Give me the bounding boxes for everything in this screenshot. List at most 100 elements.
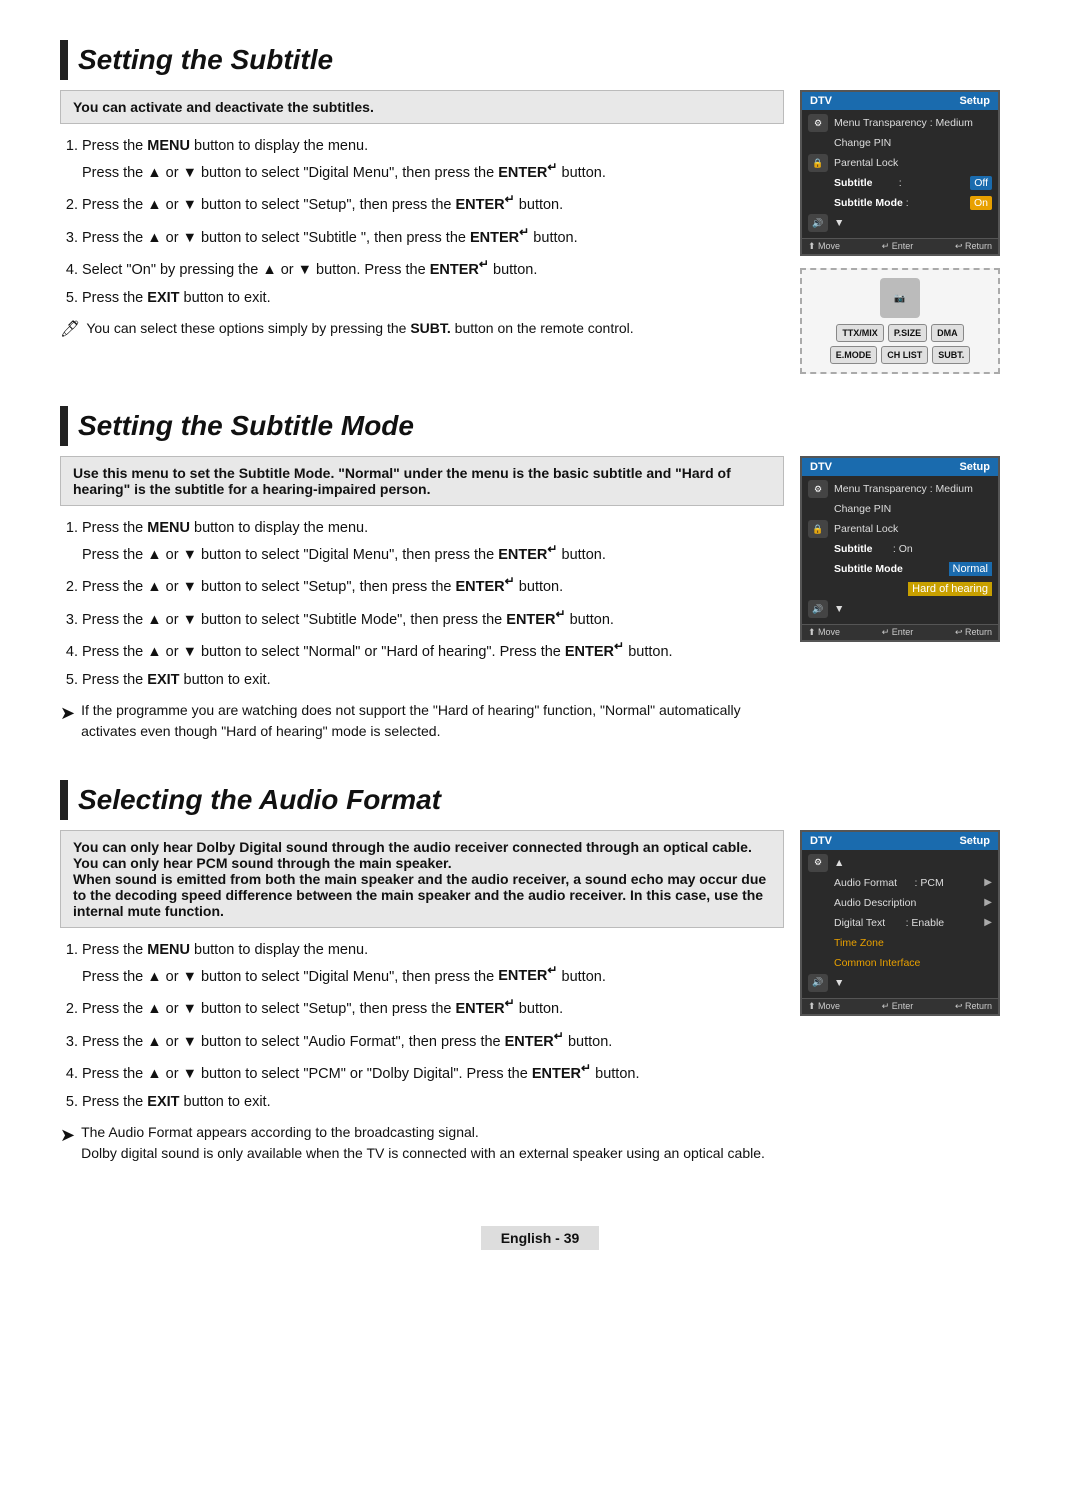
tv1-subtitle-mode-value: On (970, 196, 992, 210)
section3-step3: Press the ▲ or ▼ button to select "Audio… (82, 1027, 784, 1054)
tv3-row2: Audio Format : PCM ▶ (808, 874, 992, 892)
tv3-row7: 🔊 ▼ (808, 974, 992, 992)
tv2-setup: Setup (959, 461, 990, 473)
tv2-icon1: ⚙ (808, 480, 828, 498)
section1-bar (60, 40, 68, 80)
tv1-footer: ⬆ Move ↵ Enter ↩ Return (802, 238, 998, 254)
section1-heading: Setting the Subtitle (60, 40, 1020, 80)
section1-tv-screen: DTV Setup ⚙ Menu Transparency : Medium C… (800, 90, 1000, 256)
tv3-row4: Digital Text : Enable ▶ (808, 914, 992, 932)
note-icon: 🖊 (60, 318, 80, 342)
tv1-header: DTV Setup (802, 92, 998, 110)
tv2-row1: ⚙ Menu Transparency : Medium (808, 480, 992, 498)
remote-top-graphic: 📷 (880, 278, 920, 318)
section2-step3: Press the ▲ or ▼ button to select "Subti… (82, 605, 784, 632)
section3-content: You can only hear Dolby Digital sound th… (60, 830, 1020, 1170)
tv1-setup: Setup (959, 95, 990, 107)
section3-info: You can only hear Dolby Digital sound th… (60, 830, 784, 928)
tv3-row5: Time Zone (808, 934, 992, 952)
tv1-subtitle-value: Off (970, 176, 992, 190)
remote-btn-psize[interactable]: P.SIZE (888, 324, 927, 342)
section1-step3: Press the ▲ or ▼ button to select "Subti… (82, 223, 784, 250)
section1-diagram: DTV Setup ⚙ Menu Transparency : Medium C… (800, 90, 1020, 374)
section3-heading: Selecting the Audio Format (60, 780, 1020, 820)
tv3-header: DTV Setup (802, 832, 998, 850)
section1-steps-list: Press the MENU button to display the men… (60, 136, 784, 310)
section3-steps-list: Press the MENU button to display the men… (60, 940, 784, 1114)
tv2-hard-option: Hard of hearing (908, 582, 992, 596)
remote-bottom-row: E.MODE CH LIST SUBT. (810, 346, 990, 364)
tv3-footer: ⬆ Move ↵ Enter ↩ Return (802, 998, 998, 1014)
tv2-normal-option: Normal (949, 562, 992, 576)
tv3-icon7: 🔊 (808, 974, 828, 992)
tv2-icon3: 🔒 (808, 520, 828, 538)
remote-btn-subt[interactable]: SUBT. (932, 346, 970, 364)
section3-step5: Press the EXIT button to exit. (82, 1092, 784, 1114)
section-subtitle-mode: Setting the Subtitle Mode Use this menu … (60, 406, 1020, 748)
section3-bar (60, 780, 68, 820)
page-label-wrapper: English - 39 (60, 1202, 1020, 1250)
section2-title: Setting the Subtitle Mode (78, 410, 414, 442)
tv2-row4: Subtitle : On (808, 540, 992, 558)
tv2-icon7: 🔊 (808, 600, 828, 618)
tv1-icon1: ⚙ (808, 114, 828, 132)
section2-step1: Press the MENU button to display the men… (82, 518, 784, 566)
section-setting-subtitle: Setting the Subtitle You can activate an… (60, 40, 1020, 374)
section2-steps-list: Press the MENU button to display the men… (60, 518, 784, 692)
section3-title: Selecting the Audio Format (78, 784, 441, 816)
tv1-icon3: 🔒 (808, 154, 828, 172)
tv2-body: ⚙ Menu Transparency : Medium Change PIN … (802, 476, 998, 624)
tv2-row7: 🔊 ▼ (808, 600, 992, 618)
section1-step4: Select "On" by pressing the ▲ or ▼ butto… (82, 255, 784, 282)
tv2-footer: ⬆ Move ↵ Enter ↩ Return (802, 624, 998, 640)
tv2-row2: Change PIN (808, 500, 992, 518)
section2-diagram: DTV Setup ⚙ Menu Transparency : Medium C… (800, 456, 1020, 748)
tv3-row6: Common Interface (808, 954, 992, 972)
section3-note1: ➤ The Audio Format appears according to … (60, 1122, 784, 1164)
remote-btn-chlist[interactable]: CH LIST (881, 346, 928, 364)
tv2-row3: 🔒 Parental Lock (808, 520, 992, 538)
remote-btn-dma[interactable]: DMA (931, 324, 964, 342)
tv2-header: DTV Setup (802, 458, 998, 476)
tv3-setup: Setup (959, 835, 990, 847)
section1-steps: You can activate and deactivate the subt… (60, 90, 784, 374)
tv3-icon1: ⚙ (808, 854, 828, 872)
tv3-row1: ⚙ ▲ (808, 854, 992, 872)
section1-note: 🖊 You can select these options simply by… (60, 318, 784, 342)
section2-info: Use this menu to set the Subtitle Mode. … (60, 456, 784, 506)
tv1-row5: Subtitle Mode : On (808, 194, 992, 212)
section1-info: You can activate and deactivate the subt… (60, 90, 784, 124)
section3-step1: Press the MENU button to display the men… (82, 940, 784, 988)
tv1-row6: 🔊 ▼ (808, 214, 992, 232)
section2-steps: Use this menu to set the Subtitle Mode. … (60, 456, 784, 748)
section-audio-format: Selecting the Audio Format You can only … (60, 780, 1020, 1170)
remote-btn-emode[interactable]: E.MODE (830, 346, 878, 364)
tv3-body: ⚙ ▲ Audio Format : PCM ▶ Audio Descripti… (802, 850, 998, 998)
remote-btn-ttxmix[interactable]: TTX/MIX (836, 324, 884, 342)
tv3-dtv: DTV (810, 835, 832, 847)
section2-step2: Press the ▲ or ▼ button to select "Setup… (82, 572, 784, 599)
tv1-dtv: DTV (810, 95, 832, 107)
remote-top-row: TTX/MIX P.SIZE DMA (810, 324, 990, 342)
tv3-row3: Audio Description ▶ (808, 894, 992, 912)
section2-step4: Press the ▲ or ▼ button to select "Norma… (82, 637, 784, 664)
section3-tv-screen: DTV Setup ⚙ ▲ Audio Format : PCM ▶ Audio… (800, 830, 1000, 1016)
section1-title: Setting the Subtitle (78, 44, 333, 76)
tv1-row1: ⚙ Menu Transparency : Medium (808, 114, 992, 132)
tv2-row6: Hard of hearing (808, 580, 992, 598)
tv1-row3: 🔒 Parental Lock (808, 154, 992, 172)
section2-step5: Press the EXIT button to exit. (82, 670, 784, 692)
tv1-row2: Change PIN (808, 134, 992, 152)
section1-step1: Press the MENU button to display the men… (82, 136, 784, 184)
arrow-icon: ➤ (60, 700, 75, 727)
section2-content: Use this menu to set the Subtitle Mode. … (60, 456, 1020, 748)
tv1-row4: Subtitle : Off (808, 174, 992, 192)
section1-content: You can activate and deactivate the subt… (60, 90, 1020, 374)
section2-bar (60, 406, 68, 446)
section3-step4: Press the ▲ or ▼ button to select "PCM" … (82, 1059, 784, 1086)
tv1-body: ⚙ Menu Transparency : Medium Change PIN … (802, 110, 998, 238)
page-label: English - 39 (481, 1226, 600, 1250)
section2-tv-screen: DTV Setup ⚙ Menu Transparency : Medium C… (800, 456, 1000, 642)
section1-remote: 📷 TTX/MIX P.SIZE DMA E.MODE CH LIST SUBT… (800, 268, 1000, 374)
tv1-icon6: 🔊 (808, 214, 828, 232)
